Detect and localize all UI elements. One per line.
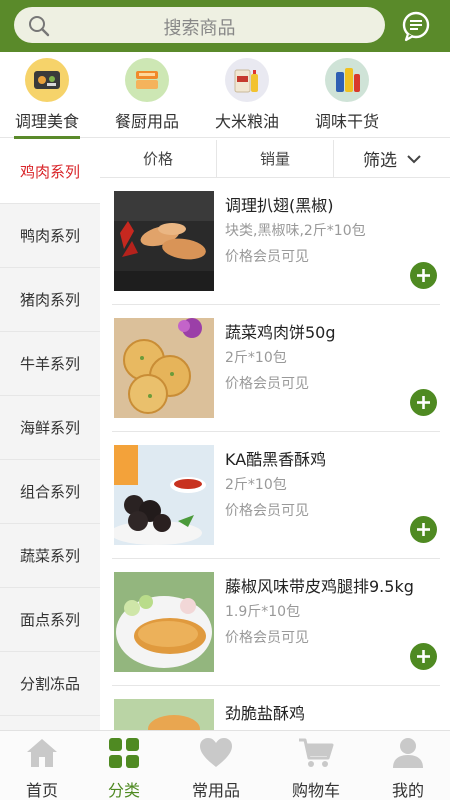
heart-icon	[200, 738, 232, 767]
product-image	[114, 191, 214, 291]
sidebar-item-chicken[interactable]: 鸡肉系列	[0, 140, 100, 204]
cart-icon	[299, 738, 334, 767]
nav-category[interactable]: 分类	[82, 737, 166, 801]
product-item[interactable]: KA酷黑香酥鸡 2斤*10包 价格会员可见	[100, 432, 450, 559]
product-price-note: 价格会员可见	[225, 503, 309, 519]
product-price-note: 价格会员可见	[225, 376, 309, 392]
search-placeholder: 搜索商品	[163, 18, 236, 39]
category-label: 调理美食	[14, 112, 79, 131]
sidebar-item-pastry[interactable]: 面点系列	[0, 588, 100, 652]
product-spec: 块类,黑椒味,2斤*10包	[225, 223, 366, 239]
filter-label: 筛选	[363, 151, 397, 171]
sort-price[interactable]: 价格	[100, 140, 217, 177]
add-to-cart-button[interactable]	[410, 389, 437, 416]
nav-label: 分类	[107, 781, 140, 800]
nav-label: 我的	[391, 781, 424, 800]
plus-icon	[417, 396, 430, 409]
sidebar-item-combo[interactable]: 组合系列	[0, 460, 100, 524]
sidebar-item-vegetable[interactable]: 蔬菜系列	[0, 524, 100, 588]
bottom-nav: 首页 分类 常用品 购物车 我的	[0, 730, 450, 800]
sort-sales[interactable]: 销量	[217, 140, 334, 177]
product-spec: 2斤*10包	[225, 477, 287, 493]
nav-profile[interactable]: 我的	[366, 737, 450, 801]
product-name: 劲脆盐酥鸡	[225, 704, 306, 723]
sidebar-item-pork[interactable]: 猪肉系列	[0, 268, 100, 332]
prepared-food-icon	[25, 58, 69, 102]
product-item[interactable]: 蔬菜鸡肉饼50g 2斤*10包 价格会员可见	[100, 305, 450, 432]
product-item[interactable]: 劲脆盐酥鸡	[100, 686, 450, 730]
product-image	[114, 318, 214, 418]
nav-label: 购物车	[291, 781, 340, 800]
nav-favorites[interactable]: 常用品	[174, 737, 258, 801]
product-list: 调理扒翅(黑椒) 块类,黑椒味,2斤*10包 价格会员可见 蔬菜鸡肉饼50g 2…	[100, 178, 450, 730]
user-icon	[393, 738, 423, 768]
product-name: KA酷黑香酥鸡	[225, 450, 327, 469]
product-price-note: 价格会员可见	[225, 249, 309, 265]
seasoning-icon	[325, 58, 369, 102]
product-spec: 1.9斤*10包	[225, 604, 301, 620]
plus-icon	[417, 650, 430, 663]
sort-bar: 价格 销量 筛选	[100, 140, 450, 178]
category-seasoning[interactable]: 调味干货	[302, 58, 392, 132]
add-to-cart-button[interactable]	[410, 262, 437, 289]
sidebar-item-seafood[interactable]: 海鲜系列	[0, 396, 100, 460]
sidebar-item-duck[interactable]: 鸭肉系列	[0, 204, 100, 268]
add-to-cart-button[interactable]	[410, 516, 437, 543]
category-prepared-food[interactable]: 调理美食	[2, 58, 92, 139]
product-spec: 2斤*10包	[225, 350, 287, 366]
product-image	[114, 699, 214, 730]
nav-label: 首页	[25, 781, 58, 800]
plus-icon	[417, 523, 430, 536]
rice-oil-icon	[225, 58, 269, 102]
sidebar-item-beef-lamb[interactable]: 牛羊系列	[0, 332, 100, 396]
category-active-underline	[14, 136, 80, 139]
add-to-cart-button[interactable]	[410, 643, 437, 670]
product-item[interactable]: 调理扒翅(黑椒) 块类,黑椒味,2斤*10包 价格会员可见	[100, 178, 450, 305]
product-name: 藤椒风味带皮鸡腿排9.5kg	[225, 577, 414, 596]
category-rice-oil[interactable]: 大米粮油	[202, 58, 292, 132]
kitchenware-icon	[125, 58, 169, 102]
nav-cart[interactable]: 购物车	[274, 737, 358, 801]
home-icon	[27, 739, 57, 767]
sidebar-item-frozen-cuts[interactable]: 分割冻品	[0, 652, 100, 716]
product-price-note: 价格会员可见	[225, 630, 309, 646]
category-label: 调味干货	[314, 112, 379, 131]
nav-label: 常用品	[191, 781, 240, 800]
category-grid-icon	[109, 738, 139, 768]
message-icon[interactable]	[400, 10, 432, 46]
category-label: 大米粮油	[214, 112, 279, 131]
category-kitchenware[interactable]: 餐厨用品	[102, 58, 192, 132]
product-image	[114, 572, 214, 672]
category-sidebar: 鸡肉系列 鸭肉系列 猪肉系列 牛羊系列 海鲜系列 组合系列 蔬菜系列 面点系列 …	[0, 140, 100, 730]
chevron-down-icon	[407, 149, 421, 169]
category-label: 餐厨用品	[114, 112, 179, 131]
nav-home[interactable]: 首页	[0, 737, 84, 801]
search-input[interactable]: 搜索商品	[14, 7, 385, 43]
product-name: 蔬菜鸡肉饼50g	[225, 323, 336, 342]
category-bar: 调理美食 餐厨用品 大米粮油 调味干货	[0, 52, 450, 139]
filter-button[interactable]: 筛选	[334, 140, 450, 177]
product-item[interactable]: 藤椒风味带皮鸡腿排9.5kg 1.9斤*10包 价格会员可见	[100, 559, 450, 686]
top-bar: 搜索商品	[0, 0, 450, 52]
product-image	[114, 445, 214, 545]
product-name: 调理扒翅(黑椒)	[225, 196, 334, 215]
plus-icon	[417, 269, 430, 282]
